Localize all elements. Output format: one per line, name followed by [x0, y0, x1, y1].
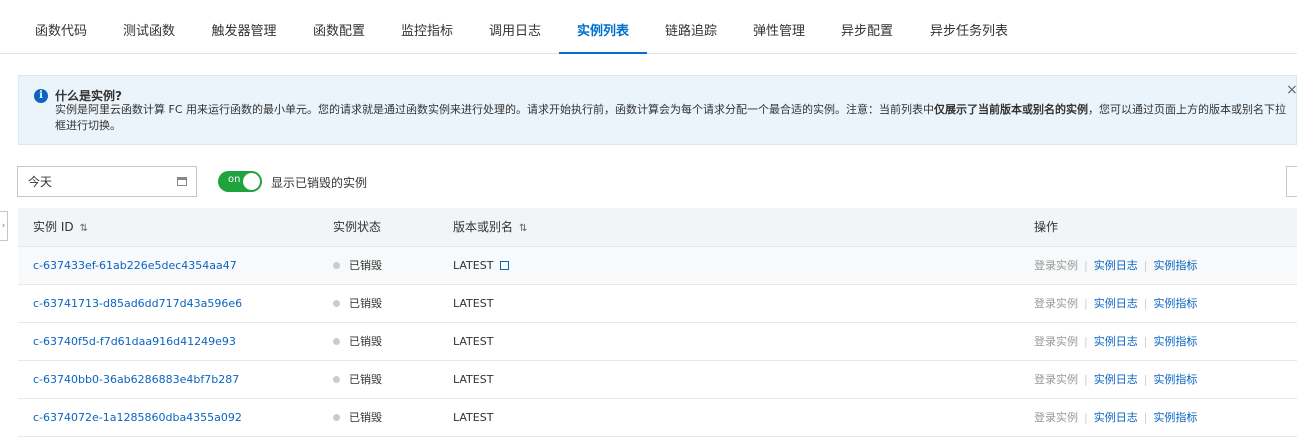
login-instance-button[interactable]: 登录实例 [1034, 335, 1078, 348]
separator: | [1143, 335, 1148, 348]
show-destroyed-toggle[interactable]: on [218, 171, 262, 192]
status-dot-icon [333, 262, 340, 269]
instance-metrics-link[interactable]: 实例指标 [1153, 335, 1197, 348]
table-row: c-63741713-d85ad6dd717d43a596e6 已销毁 LATE… [18, 285, 1297, 323]
status-dot-icon [333, 338, 340, 345]
external-link-icon[interactable] [500, 261, 510, 270]
status-text: 已销毁 [349, 335, 382, 348]
tab-test-function[interactable]: 测试函数 [111, 0, 187, 53]
actions-cell: 登录实例 | 实例日志 | 实例指标 [1034, 399, 1197, 436]
instance-id-link[interactable]: c-63740f5d-f7d61daa916d41249e93 [33, 323, 236, 360]
tab-function-code[interactable]: 函数代码 [23, 0, 99, 53]
status-cell: 已销毁 [333, 285, 382, 322]
instance-metrics-link[interactable]: 实例指标 [1153, 373, 1197, 386]
status-text: 已销毁 [349, 373, 382, 386]
sort-icon[interactable]: ⇅ [519, 223, 527, 234]
status-dot-icon [333, 414, 340, 421]
status-dot-icon [333, 300, 340, 307]
instance-logs-link[interactable]: 实例日志 [1094, 411, 1138, 424]
separator: | [1084, 335, 1088, 348]
header-status: 实例状态 [333, 220, 382, 234]
separator: | [1143, 297, 1148, 310]
login-instance-button[interactable]: 登录实例 [1034, 373, 1078, 386]
tab-async-task-list[interactable]: 异步任务列表 [917, 0, 1021, 53]
actions-cell: 登录实例 | 实例日志 | 实例指标 [1034, 285, 1197, 322]
tab-tracing[interactable]: 链路追踪 [653, 0, 729, 53]
toggle-state-text: on [228, 174, 241, 185]
instance-logs-link[interactable]: 实例日志 [1094, 373, 1138, 386]
login-instance-button[interactable]: 登录实例 [1034, 259, 1078, 272]
instance-id-link[interactable]: c-63740bb0-36ab6286883e4bf7b287 [33, 361, 239, 398]
instance-logs-link[interactable]: 实例日志 [1094, 335, 1138, 348]
tab-monitoring-metrics[interactable]: 监控指标 [389, 0, 465, 53]
actions-cell: 登录实例 | 实例日志 | 实例指标 [1034, 361, 1197, 398]
instance-metrics-link[interactable]: 实例指标 [1153, 259, 1197, 272]
show-destroyed-label: 显示已销毁的实例 [271, 176, 368, 190]
status-text: 已销毁 [349, 411, 382, 424]
version-cell: LATEST [453, 247, 510, 284]
notice-text-bold: 仅展示了当前版本或别名的实例 [934, 103, 1088, 116]
actions-cell: 登录实例 | 实例日志 | 实例指标 [1034, 323, 1197, 360]
date-picker[interactable] [17, 166, 197, 197]
header-version-label: 版本或别名 [453, 220, 514, 234]
separator: | [1143, 373, 1148, 386]
instance-table: 实例 ID ⇅ 实例状态 版本或别名 ⇅ 操作 c-637433ef-61ab226… [18, 208, 1297, 437]
status-cell: 已销毁 [333, 323, 382, 360]
version-text: LATEST [453, 259, 494, 272]
close-icon[interactable]: × [1286, 82, 1296, 98]
separator: | [1143, 411, 1148, 424]
separator: | [1084, 297, 1088, 310]
tab-invocation-logs[interactable]: 调用日志 [477, 0, 553, 53]
table-row: c-63740f5d-f7d61daa916d41249e93 已销毁 LATE… [18, 323, 1297, 361]
separator: | [1084, 259, 1088, 272]
instance-id-link[interactable]: c-637433ef-61ab226e5dec4354aa47 [33, 247, 237, 284]
info-notice: i 什么是实例? 实例是阿里云函数计算 FC 用来运行函数的最小单元。您的请求就… [18, 75, 1297, 145]
instance-logs-link[interactable]: 实例日志 [1094, 297, 1138, 310]
table-row: c-63740bb0-36ab6286883e4bf7b287 已销毁 LATE… [18, 361, 1297, 399]
header-instance-id-label: 实例 ID [33, 220, 74, 234]
header-instance-id[interactable]: 实例 ID ⇅ [33, 208, 88, 248]
tab-elastic-management[interactable]: 弹性管理 [741, 0, 817, 53]
notice-text-part1: 实例是阿里云函数计算 FC 用来运行函数的最小单元。您的请求就是通过函数实例来进… [55, 103, 934, 116]
version-cell: LATEST [453, 297, 494, 310]
instance-id-link[interactable]: c-63741713-d85ad6dd717d43a596e6 [33, 285, 242, 322]
instance-id-link[interactable]: c-6374072e-1a1285860dba4355a092 [33, 399, 242, 436]
date-input[interactable] [26, 173, 170, 189]
tab-async-config[interactable]: 异步配置 [829, 0, 905, 53]
instance-metrics-link[interactable]: 实例指标 [1153, 411, 1197, 424]
notice-text: 实例是阿里云函数计算 FC 用来运行函数的最小单元。您的请求就是通过函数实例来进… [55, 102, 1295, 134]
separator: | [1143, 259, 1148, 272]
status-cell: 已销毁 [333, 399, 382, 436]
tab-instance-list[interactable]: 实例列表 [559, 0, 647, 54]
status-text: 已销毁 [349, 259, 382, 272]
separator: | [1084, 411, 1088, 424]
status-dot-icon [333, 376, 340, 383]
tab-bar: 函数代码 测试函数 触发器管理 函数配置 监控指标 调用日志 实例列表 链路追踪… [0, 0, 1297, 54]
status-text: 已销毁 [349, 297, 382, 310]
toggle-knob [243, 173, 260, 190]
status-cell: 已销毁 [333, 361, 382, 398]
login-instance-button[interactable]: 登录实例 [1034, 297, 1078, 310]
tab-trigger-management[interactable]: 触发器管理 [199, 0, 289, 53]
instance-metrics-link[interactable]: 实例指标 [1153, 297, 1197, 310]
header-actions: 操作 [1034, 220, 1059, 234]
calendar-icon[interactable] [177, 177, 187, 186]
table-row: c-637433ef-61ab226e5dec4354aa47 已销毁 LATE… [18, 247, 1297, 285]
status-cell: 已销毁 [333, 247, 382, 284]
table-header: 实例 ID ⇅ 实例状态 版本或别名 ⇅ 操作 [18, 208, 1297, 247]
header-version[interactable]: 版本或别名 ⇅ [453, 208, 527, 248]
separator: | [1084, 373, 1088, 386]
version-cell: LATEST [453, 411, 494, 424]
table-row: c-6374072e-1a1285860dba4355a092 已销毁 LATE… [18, 399, 1297, 437]
side-panel-handle[interactable]: › [0, 211, 8, 241]
login-instance-button[interactable]: 登录实例 [1034, 411, 1078, 424]
actions-cell: 登录实例 | 实例日志 | 实例指标 [1034, 247, 1197, 284]
refresh-button[interactable] [1286, 166, 1297, 197]
instance-logs-link[interactable]: 实例日志 [1094, 259, 1138, 272]
version-cell: LATEST [453, 373, 494, 386]
tab-function-config[interactable]: 函数配置 [301, 0, 377, 53]
info-icon: i [34, 89, 48, 103]
sort-icon[interactable]: ⇅ [80, 223, 88, 234]
version-cell: LATEST [453, 335, 494, 348]
